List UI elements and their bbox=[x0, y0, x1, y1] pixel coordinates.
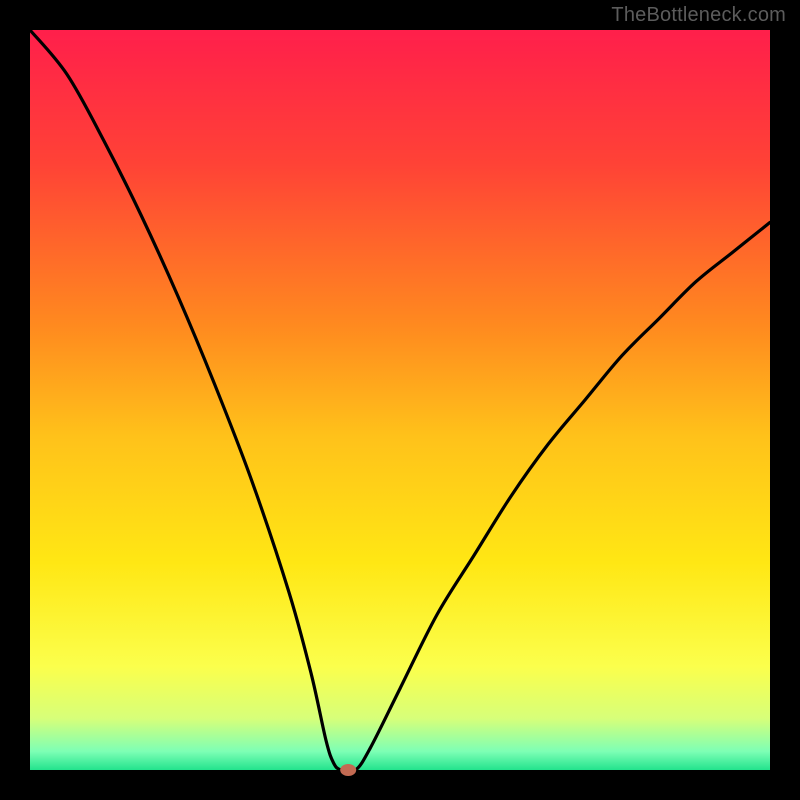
plot-svg bbox=[0, 0, 800, 800]
current-point-marker bbox=[340, 764, 356, 776]
plot-background bbox=[30, 30, 770, 770]
watermark-text: TheBottleneck.com bbox=[611, 4, 786, 27]
chart-frame: TheBottleneck.com bbox=[0, 0, 800, 800]
